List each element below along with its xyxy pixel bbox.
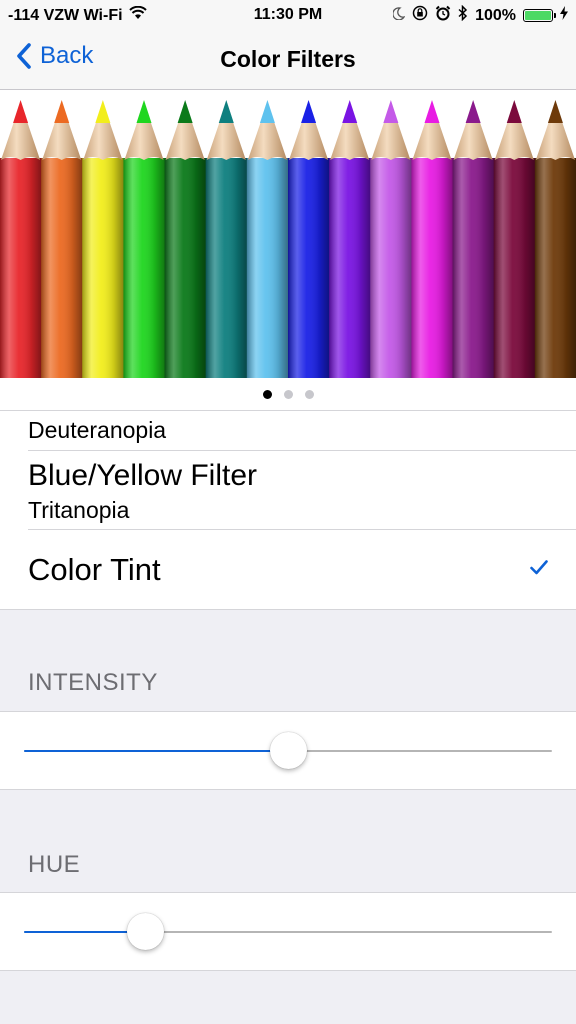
pencil	[452, 100, 495, 378]
pencil	[534, 100, 576, 378]
status-bar: -114 VZW Wi-Fi 11:30 PM 100%	[0, 0, 576, 30]
page-title: Color Filters	[220, 46, 356, 72]
alarm-icon	[435, 5, 451, 26]
rotation-lock-icon	[412, 5, 428, 26]
navigation-bar: Back Color Filters	[0, 30, 576, 90]
filter-list: Deuteranopia Blue/Yellow Filter Tritanop…	[0, 410, 576, 610]
pencil	[411, 100, 454, 378]
hue-slider[interactable]	[0, 892, 576, 971]
battery-icon	[523, 9, 556, 22]
pencil	[205, 100, 248, 378]
intensity-header: INTENSITY	[28, 669, 158, 696]
intensity-track-fill	[24, 750, 288, 752]
pencil	[329, 100, 371, 378]
page-dot-1[interactable]	[262, 389, 272, 399]
colored-pencils-image	[0, 100, 576, 378]
filter-subtitle: Deuteranopia	[28, 417, 167, 443]
pencil	[82, 100, 124, 378]
pencil	[370, 100, 412, 378]
hue-track[interactable]	[24, 931, 552, 933]
hue-slider-thumb[interactable]	[126, 913, 164, 950]
filter-row-blue-yellow[interactable]: Blue/Yellow Filter Tritanopia	[0, 451, 576, 530]
filter-row-red-green[interactable]: Deuteranopia	[0, 411, 576, 451]
hue-header: HUE	[28, 851, 81, 878]
moon-icon	[392, 6, 406, 25]
battery-percent: 100%	[475, 6, 516, 24]
bluetooth-icon	[458, 4, 468, 26]
filter-subtitle: Tritanopia	[28, 497, 130, 523]
pencil	[493, 100, 536, 378]
filter-title: Color Tint	[28, 552, 161, 587]
charging-icon	[560, 6, 568, 25]
filter-title: Blue/Yellow Filter	[28, 459, 257, 492]
checkmark-icon	[530, 560, 548, 580]
page-dot-2[interactable]	[283, 389, 293, 399]
page-control[interactable]	[0, 378, 576, 410]
pencil	[123, 100, 166, 378]
filter-row-color-tint[interactable]: Color Tint	[0, 530, 576, 609]
intensity-slider-thumb[interactable]	[269, 732, 307, 769]
color-preview-carousel[interactable]	[0, 90, 576, 378]
status-right: 100%	[392, 4, 568, 26]
pencil	[41, 100, 83, 378]
intensity-slider[interactable]	[0, 711, 576, 790]
page-dot-3[interactable]	[304, 389, 314, 399]
pencil	[0, 100, 42, 378]
pencil	[246, 100, 289, 378]
pencil	[164, 100, 207, 378]
pencil	[288, 100, 330, 378]
